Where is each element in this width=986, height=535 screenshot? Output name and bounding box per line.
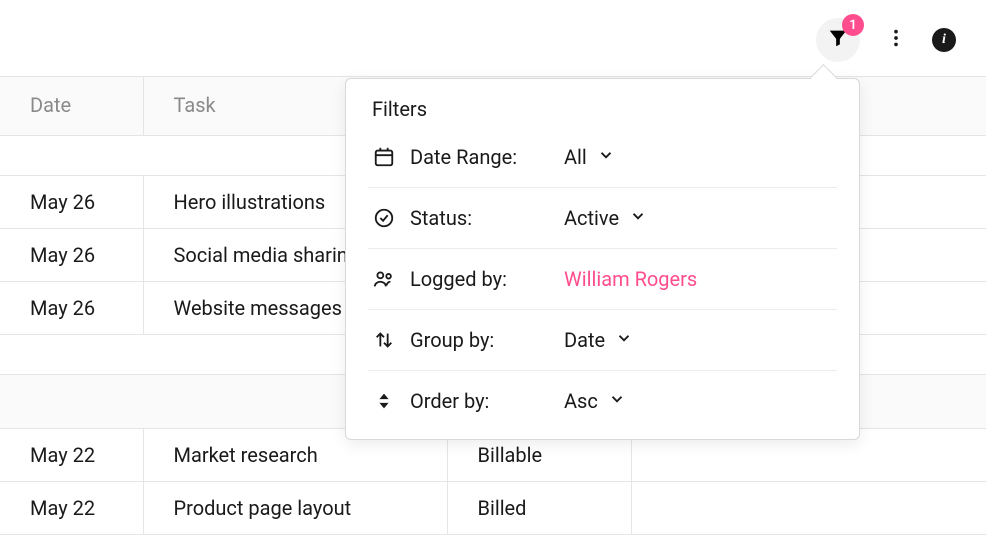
- filter-value-logged-by[interactable]: William Rogers: [564, 267, 697, 291]
- people-icon: [372, 268, 396, 290]
- check-circle-icon: [372, 207, 396, 229]
- filter-row-group-by: Group by: Date: [368, 310, 837, 371]
- chevron-down-icon: [597, 145, 615, 169]
- cell-date: May 22: [0, 482, 143, 535]
- filter-label: Logged by:: [410, 267, 550, 291]
- filter-button[interactable]: 1: [816, 18, 860, 62]
- filter-value-group-by[interactable]: Date: [564, 328, 633, 352]
- calendar-icon: [372, 146, 396, 168]
- filter-row-order-by: Order by: Asc: [368, 371, 837, 431]
- more-menu-button[interactable]: [878, 22, 914, 58]
- chevron-down-icon: [629, 206, 647, 230]
- column-header-date[interactable]: Date: [0, 77, 143, 136]
- cell-date: May 26: [0, 229, 143, 282]
- filter-badge: 1: [842, 14, 864, 36]
- table-row[interactable]: May 22 Product page layout Billed: [0, 482, 986, 535]
- top-action-bar: 1 i: [816, 18, 956, 62]
- info-button[interactable]: i: [932, 28, 956, 52]
- cell-billing: Billed: [447, 482, 631, 535]
- filters-popover: Filters Date Range: All Status: Active L…: [345, 78, 860, 440]
- filter-value-status[interactable]: Active: [564, 206, 647, 230]
- filter-label: Status:: [410, 206, 550, 230]
- filter-value-date-range[interactable]: All: [564, 145, 615, 169]
- filter-value-order-by[interactable]: Asc: [564, 389, 626, 413]
- cell-date: May 26: [0, 176, 143, 229]
- filter-row-status: Status: Active: [368, 188, 837, 249]
- filter-label: Date Range:: [410, 145, 550, 169]
- chevron-down-icon: [608, 389, 626, 413]
- cell-date: May 22: [0, 429, 143, 482]
- sort-icon: [372, 390, 396, 412]
- filter-row-logged-by: Logged by: William Rogers: [368, 249, 837, 310]
- chevron-down-icon: [615, 328, 633, 352]
- filter-label: Order by:: [410, 389, 550, 413]
- cell-date: May 26: [0, 282, 143, 335]
- filter-label: Group by:: [410, 328, 550, 352]
- more-vertical-icon: [885, 27, 907, 53]
- filter-row-date-range: Date Range: All: [368, 127, 837, 188]
- cell-task: Product page layout: [143, 482, 447, 535]
- arrows-up-down-icon: [372, 329, 396, 351]
- filters-title: Filters: [368, 97, 837, 121]
- info-icon: i: [942, 32, 946, 48]
